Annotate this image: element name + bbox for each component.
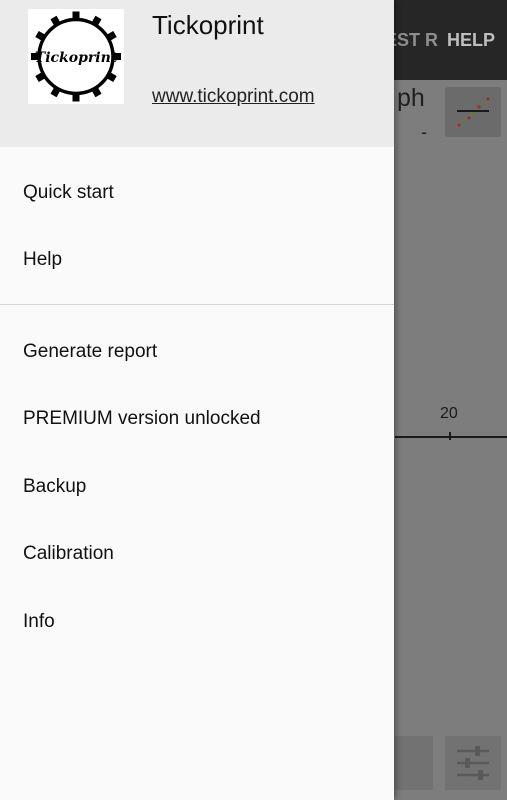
- menu-item-calibration[interactable]: Calibration: [0, 524, 394, 584]
- menu-item-generate-report[interactable]: Generate report: [0, 322, 394, 382]
- website-link[interactable]: www.tickoprint.com: [152, 86, 315, 108]
- sliders-icon: [457, 746, 489, 780]
- menu-divider: [0, 304, 394, 305]
- menu-item-quick-start[interactable]: Quick start: [0, 163, 394, 223]
- menu-item-label: Generate report: [23, 341, 158, 362]
- menu-item-label: Quick start: [23, 182, 114, 203]
- graph-icon: [457, 97, 490, 127]
- app-logo: Tickoprint: [28, 9, 124, 104]
- menu-item-label: Calibration: [23, 543, 114, 564]
- menu-item-premium[interactable]: PREMIUM version unlocked: [0, 389, 394, 449]
- menu-item-info[interactable]: Info: [0, 592, 394, 652]
- tickoprint-logo-icon: Tickoprint: [31, 11, 121, 102]
- app-name: Tickoprint: [152, 10, 264, 40]
- menu-item-label: Info: [23, 611, 55, 632]
- unit-label: ph: [397, 84, 425, 112]
- axis-tick-label: 20: [440, 405, 458, 422]
- bottom-action-button[interactable]: [394, 736, 433, 790]
- graph-button[interactable]: [445, 87, 501, 137]
- menu-item-backup[interactable]: Backup: [0, 457, 394, 517]
- settings-button[interactable]: [445, 736, 501, 790]
- drawer-header: Tickoprint Tickoprint www.tickoprint.com: [0, 0, 394, 147]
- menu-item-help[interactable]: Help: [0, 230, 394, 290]
- axis-tick: [449, 432, 451, 440]
- axis-line: [395, 436, 507, 438]
- unit-value: -: [421, 122, 427, 142]
- logo-text: Tickoprint: [35, 50, 118, 66]
- toolbar-help-action[interactable]: HELP: [447, 30, 495, 51]
- menu-item-label: Help: [23, 249, 63, 270]
- navigation-drawer: Tickoprint Tickoprint www.tickoprint.com…: [0, 0, 394, 800]
- menu-item-label: PREMIUM version unlocked: [23, 408, 261, 429]
- menu-item-label: Backup: [23, 476, 87, 497]
